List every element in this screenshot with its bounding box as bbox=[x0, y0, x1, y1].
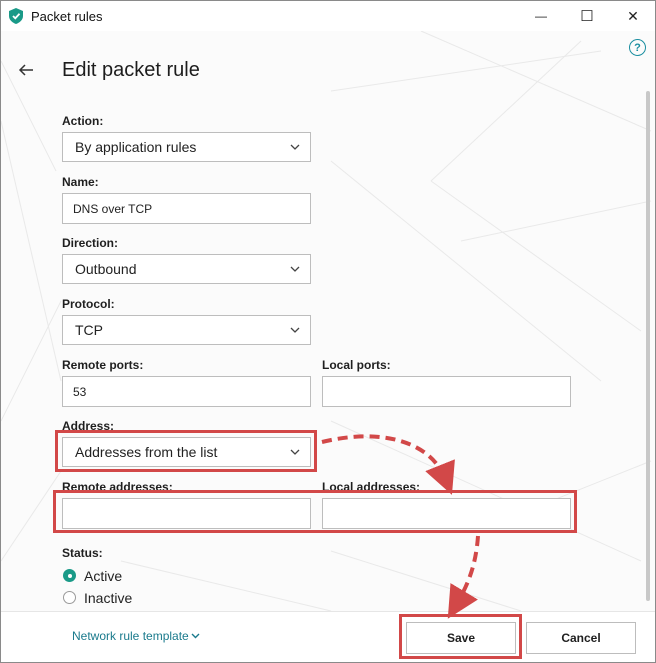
status-inactive-radio[interactable] bbox=[63, 591, 76, 604]
remote-ports-field[interactable]: 53 bbox=[62, 376, 311, 407]
direction-value: Outbound bbox=[75, 261, 137, 277]
maximize-icon: ☐ bbox=[580, 8, 594, 25]
action-label: Action: bbox=[62, 114, 104, 128]
address-highlight-box bbox=[55, 430, 317, 472]
network-rule-template-link[interactable]: Network rule template bbox=[72, 629, 200, 643]
addresses-highlight-box bbox=[53, 490, 577, 533]
minimize-icon: — bbox=[535, 9, 547, 23]
direction-label: Direction: bbox=[62, 236, 119, 250]
scrollbar[interactable] bbox=[644, 91, 652, 611]
maximize-button[interactable]: ☐ bbox=[564, 1, 610, 31]
window-title: Packet rules bbox=[31, 9, 103, 24]
chevron-down-icon bbox=[191, 633, 200, 639]
remote-ports-value: 53 bbox=[73, 384, 87, 399]
local-ports-label: Local ports: bbox=[322, 358, 391, 372]
back-arrow-icon[interactable] bbox=[17, 61, 35, 79]
cancel-button[interactable]: Cancel bbox=[526, 622, 636, 654]
name-value: DNS over TCP bbox=[73, 201, 153, 216]
remote-ports-label: Remote ports: bbox=[62, 358, 144, 372]
protocol-label: Protocol: bbox=[62, 297, 115, 311]
save-highlight-box bbox=[399, 614, 522, 659]
kaspersky-shield-icon bbox=[9, 8, 23, 24]
protocol-value: TCP bbox=[75, 322, 103, 338]
close-button[interactable]: ✕ bbox=[610, 1, 655, 31]
protocol-select[interactable]: TCP bbox=[62, 315, 311, 345]
status-active-radio[interactable] bbox=[63, 569, 76, 582]
packet-rules-window: Packet rules — ☐ ✕ ? Edit packet rule Ac… bbox=[0, 0, 656, 663]
chevron-down-icon bbox=[290, 327, 300, 333]
status-label: Status: bbox=[62, 546, 103, 560]
network-rule-template-label: Network rule template bbox=[72, 629, 189, 643]
title-bar: Packet rules — ☐ ✕ bbox=[1, 1, 655, 31]
minimize-button[interactable]: — bbox=[518, 1, 564, 31]
help-icon[interactable]: ? bbox=[629, 39, 646, 56]
local-ports-field[interactable] bbox=[322, 376, 571, 407]
help-glyph: ? bbox=[634, 41, 641, 54]
scrollbar-thumb[interactable] bbox=[646, 91, 650, 601]
name-field[interactable]: DNS over TCP bbox=[62, 193, 311, 224]
cancel-label: Cancel bbox=[561, 631, 601, 645]
name-label: Name: bbox=[62, 175, 99, 189]
status-active-label[interactable]: Active bbox=[84, 568, 122, 584]
action-value: By application rules bbox=[75, 139, 197, 155]
chevron-down-icon bbox=[290, 266, 300, 272]
status-inactive-label[interactable]: Inactive bbox=[84, 590, 132, 606]
close-icon: ✕ bbox=[627, 7, 639, 24]
direction-select[interactable]: Outbound bbox=[62, 254, 311, 284]
page-title: Edit packet rule bbox=[62, 59, 200, 81]
chevron-down-icon bbox=[290, 144, 300, 150]
action-select[interactable]: By application rules bbox=[62, 132, 311, 162]
